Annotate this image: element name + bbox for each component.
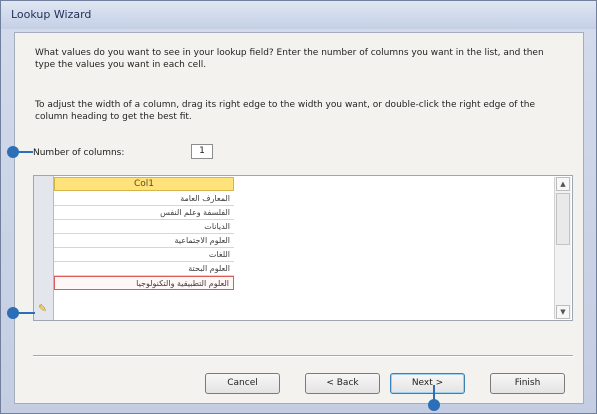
button-divider (33, 355, 573, 357)
lookup-wizard-window: Lookup Wizard What values do you want to… (0, 0, 597, 414)
wizard-body: What values do you want to see in your l… (14, 32, 584, 404)
grid-rows: المعارف العامة الفلسفة وعلم النفس الديان… (54, 192, 234, 290)
scroll-up-arrow-icon[interactable]: ▲ (556, 177, 570, 191)
callout-line-columns (13, 151, 33, 153)
lookup-values-grid[interactable]: Col1 المعارف العامة الفلسفة وعلم النفس ا… (33, 175, 573, 321)
grid-cell-active[interactable]: العلوم التطبيقية والتكنولوجيا (54, 276, 234, 290)
number-of-columns-label: Number of columns: (33, 148, 125, 158)
grid-cell[interactable]: الديانات (54, 220, 234, 234)
row-selector-column[interactable] (34, 176, 54, 320)
scroll-thumb[interactable] (556, 193, 570, 245)
title-bar[interactable]: Lookup Wizard (1, 1, 596, 29)
grid-cell[interactable]: الفلسفة وعلم النفس (54, 206, 234, 220)
pencil-edit-icon: ✎ (38, 302, 48, 315)
back-button[interactable]: < Back (305, 373, 380, 394)
callout-line-next (433, 385, 435, 401)
number-of-columns-input[interactable]: 1 (191, 144, 213, 159)
next-button[interactable]: Next > (390, 373, 465, 394)
grid-cell[interactable]: المعارف العامة (54, 192, 234, 206)
scroll-down-arrow-icon[interactable]: ▼ (556, 305, 570, 319)
grid-vertical-scrollbar[interactable]: ▲ ▼ (554, 177, 571, 319)
cancel-button[interactable]: Cancel (205, 373, 280, 394)
callout-line-grid (13, 312, 35, 314)
instruction-text-1: What values do you want to see in your l… (35, 48, 544, 70)
finish-button[interactable]: Finish (490, 373, 565, 394)
grid-cell[interactable]: العلوم الاجتماعية (54, 234, 234, 248)
grid-cell[interactable]: اللغات (54, 248, 234, 262)
window-title: Lookup Wizard (11, 8, 92, 21)
instruction-text-2: To adjust the width of a column, drag it… (35, 100, 536, 122)
column-header-col1[interactable]: Col1 (54, 177, 234, 191)
grid-cell[interactable]: العلوم البحتة (54, 262, 234, 276)
